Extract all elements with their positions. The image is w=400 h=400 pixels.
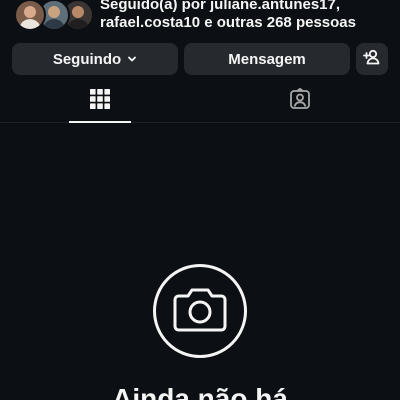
followed-by-row[interactable]: Seguido(a) por juliane.antunes17, rafael… (14, 0, 356, 34)
suggested-users-button[interactable] (356, 43, 388, 75)
chevron-down-icon (127, 51, 137, 68)
camera-icon (173, 286, 227, 337)
followed-by-line-2: rafael.costa10 e outras 268 pessoas (100, 14, 356, 31)
message-label: Mensagem (228, 50, 306, 68)
following-button[interactable]: Seguindo (12, 43, 178, 75)
tab-posts-grid[interactable] (69, 80, 131, 122)
mutual-followers-avatars[interactable] (14, 0, 94, 31)
grid-icon (90, 88, 110, 114)
message-button[interactable]: Mensagem (184, 43, 350, 75)
avatar (14, 0, 46, 31)
active-tab-indicator (69, 121, 131, 123)
profile-tabs (0, 80, 400, 123)
profile-page: Seguido(a) por juliane.antunes17, rafael… (0, 0, 400, 400)
empty-state-title: Ainda não há (112, 383, 288, 400)
followed-by-line-1: Seguido(a) por juliane.antunes17, (100, 0, 341, 13)
camera-icon-circle (153, 264, 247, 358)
profile-actions: Seguindo Mensagem (12, 43, 390, 75)
empty-state: Ainda não há (0, 264, 400, 400)
tagged-person-icon (289, 87, 311, 115)
following-label: Seguindo (52, 50, 122, 68)
tab-tagged[interactable] (269, 80, 331, 122)
add-user-icon (363, 48, 381, 70)
followed-by-text[interactable]: Seguido(a) por juliane.antunes17, rafael… (100, 0, 356, 32)
